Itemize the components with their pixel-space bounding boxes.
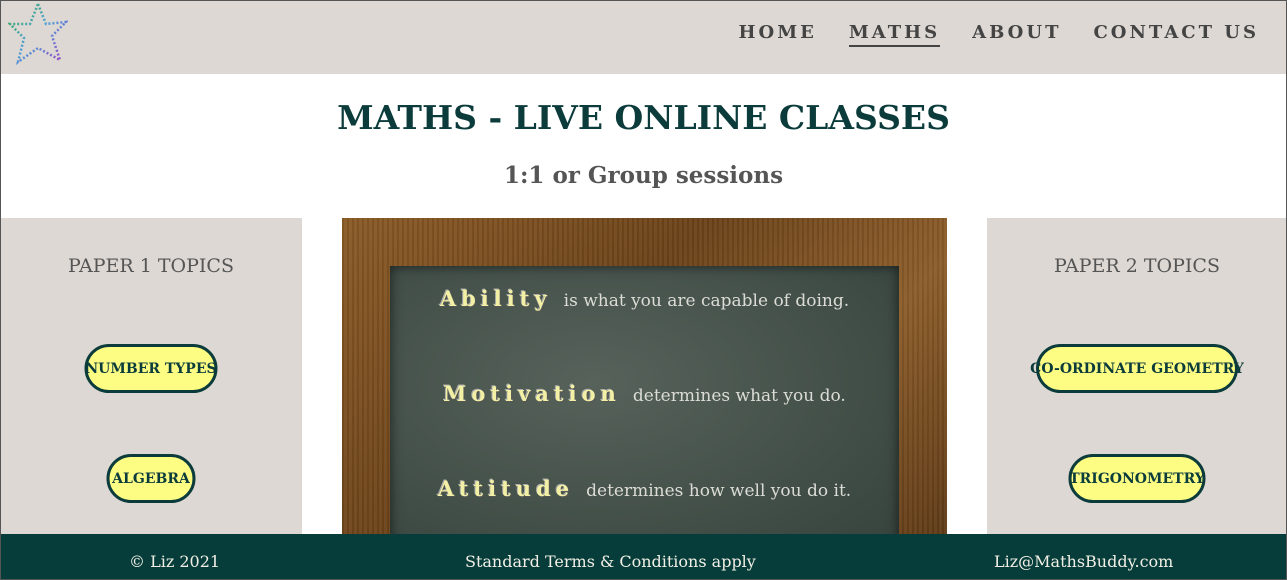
paper-1-heading: PAPER 1 TOPICS xyxy=(68,255,234,277)
topic-algebra-button[interactable]: ALGEBRA xyxy=(106,454,196,503)
nav-contact-us[interactable]: CONTACT US xyxy=(1093,22,1259,47)
chalkboard-image: Ability is what you are capable of doing… xyxy=(342,218,947,556)
chalkboard-surface: Ability is what you are capable of doing… xyxy=(390,266,899,556)
quote-line-motivation: Motivation determines what you do. xyxy=(390,381,899,406)
footer-terms: Standard Terms & Conditions apply xyxy=(465,552,756,571)
quote-text: determines what you do. xyxy=(632,386,846,406)
nav-maths[interactable]: MATHS xyxy=(848,22,941,47)
quote-word: Motivation xyxy=(443,381,621,406)
nav-home[interactable]: HOME xyxy=(739,22,817,47)
paper-2-heading: PAPER 2 TOPICS xyxy=(1054,255,1220,277)
footer-email-link[interactable]: Liz@MathsBuddy.com xyxy=(994,552,1173,571)
quote-text: determines how well you do it. xyxy=(586,481,852,501)
star-logo-icon[interactable] xyxy=(8,2,68,66)
paper-1-panel: PAPER 1 TOPICS NUMBER TYPES ALGEBRA xyxy=(0,218,302,536)
topic-number-types-button[interactable]: NUMBER TYPES xyxy=(84,344,218,393)
quote-line-attitude: Attitude determines how well you do it. xyxy=(390,476,899,501)
quote-line-ability: Ability is what you are capable of doing… xyxy=(390,286,899,311)
paper-2-panel: PAPER 2 TOPICS CO-ORDINATE GEOMETRY TRIG… xyxy=(987,218,1287,536)
nav-about[interactable]: ABOUT xyxy=(972,22,1061,47)
site-footer: © Liz 2021 Standard Terms & Conditions a… xyxy=(0,534,1287,580)
page-title: MATHS - LIVE ONLINE CLASSES xyxy=(337,98,950,137)
quote-text: is what you are capable of doing. xyxy=(563,291,850,311)
topic-coordinate-geometry-button[interactable]: CO-ORDINATE GEOMETRY xyxy=(1030,344,1244,393)
footer-copyright: © Liz 2021 xyxy=(129,552,221,571)
topic-trigonometry-button[interactable]: TRIGONOMETRY xyxy=(1068,454,1206,503)
page-subtitle: 1:1 or Group sessions xyxy=(503,162,784,189)
main-nav: HOME MATHS ABOUT CONTACT US xyxy=(739,22,1259,47)
quote-word: Ability xyxy=(439,286,552,311)
site-header: HOME MATHS ABOUT CONTACT US xyxy=(0,0,1287,74)
quote-word: Attitude xyxy=(437,476,575,501)
